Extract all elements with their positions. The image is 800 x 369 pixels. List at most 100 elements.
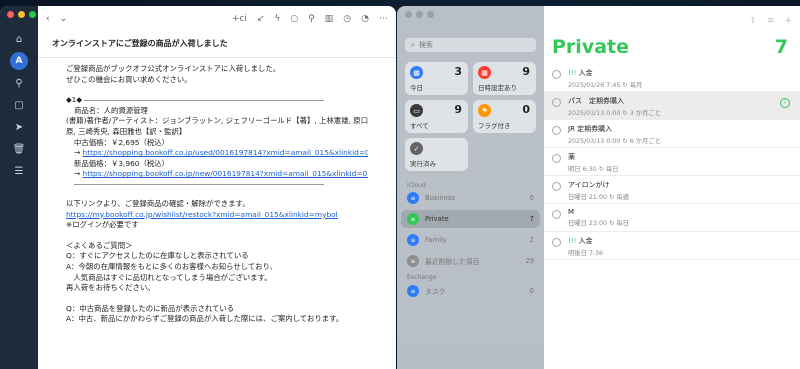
list-icon: ≡ [407,213,419,225]
clock-icon[interactable]: ◷ [343,14,351,24]
share-icon[interactable]: ⇪ [749,16,757,26]
reminder-title: 薬 [568,153,575,161]
reminder-item[interactable]: 薬明日 6:30 ↻ 毎日 [544,148,800,176]
exchange-section-header: Exchange [407,274,437,281]
home-icon[interactable]: ⌂ [8,30,30,48]
body-line: Q：中古商品を登録したのに新品が表示されている [66,303,235,313]
flag-icon: ⚑ [478,104,491,117]
body-line: ＜よくあるご質問＞ [66,240,133,250]
smart-list-checkmark[interactable]: ✓ 実行済み [405,138,468,171]
account-avatar[interactable]: A [10,52,28,70]
tray-icon: ▭ [410,104,423,117]
zoom-window-button[interactable] [29,11,36,18]
arrow-icon: → [74,169,83,179]
complete-checkbox[interactable] [552,126,561,135]
flash-icon[interactable]: ϟ [274,14,280,24]
document-icon[interactable]: ▢ [8,96,30,114]
smart-list-count: 0 [522,103,530,116]
list-item[interactable]: ≡ Private 7 [401,210,540,228]
reminder-item[interactable]: アイロンがけ 日曜日 21:00 ↻ 毎週 [544,176,800,204]
body-line: (書籍)著作者/アーティスト：ジョンブラットン, ジェフリーゴールド【著】, 上… [66,116,368,126]
mail-window: ⌂ A ⚲ ▢ ➤ 🗑 ☰ ‹ ⌄ +ci ↙ ϟ ○ ⚲ ▥ ◷ ◔ ⋯ オン… [0,6,396,369]
reminders-toolbar: ⇪ ≡ + [749,16,792,26]
minimize-window-button[interactable] [18,11,25,18]
reminders-sidebar: ⌕ 検索 ▦ 3 今日 ▦ 9 日時設定あり ▭ 9 すべて ⚑ 0 フラグ付き ✓ 実行済み iClou… [397,6,544,369]
reminder-title: !!! 入金 [568,69,593,77]
product-link[interactable]: https://shopping.bookoff.co.jp/new/00161… [83,169,368,178]
mail-sidebar: ⌂ A ⚲ ▢ ➤ 🗑 ☰ [0,6,38,369]
reminder-item[interactable]: パス 定期券購入 2025/03/13 0:00 ↻ 3 か月ごと i [544,92,800,120]
priority-marker: !!! [568,69,577,77]
complete-checkbox[interactable] [552,182,561,191]
body-line: ぜひこの機会にお買い求めください。 [66,74,192,84]
smart-list-label: 今日 [410,84,423,92]
zoom-window-button[interactable] [427,11,434,18]
reminder-due: 2025/03/13 0:00 ↻ 3 か月ごと [568,110,661,117]
reminder-item[interactable]: JR 定期券購入 2025/03/13 0:00 ↻ 6 か月ごと [544,120,800,148]
options-icon[interactable]: ≡ [767,16,775,26]
minimize-window-button[interactable] [416,11,423,18]
calendar-icon: ▦ [410,66,423,79]
back-button[interactable]: ‹ [46,14,50,24]
list-item[interactable]: ≡ Business 0 [401,189,540,207]
snooze-icon[interactable]: ◔ [361,14,369,24]
list-icon: ≡ [407,234,419,246]
icloud-section-header: iCloud [407,182,426,189]
list-item[interactable]: ≡ Family 2 [401,231,540,249]
menu-icon[interactable]: ☰ [8,162,30,180]
close-window-button[interactable] [405,11,412,18]
pin-icon[interactable]: ⚲ [308,14,315,24]
reminder-title: JR 定期券購入 [568,125,613,133]
smart-list-label: すべて [410,122,429,130]
trash-icon[interactable]: ▥ [325,14,334,24]
smart-list-label: 日時設定あり [478,84,517,92]
body-line: ご登録商品がブックオフ公式オンラインストアに入荷しました。 [66,64,281,73]
close-window-button[interactable] [7,11,14,18]
circle-icon[interactable]: ○ [290,14,298,24]
body-line: → https://shopping.bookoff.co.jp/new/001… [66,169,368,180]
add-icon[interactable]: + [784,16,792,26]
reminder-due: 2025/03/13 0:00 ↻ 6 か月ごと [568,138,661,145]
search-input[interactable]: ⌕ 検索 [405,38,536,52]
body-line: 原, 三崎秀央, 森田雅也【訳・監訳】 [66,126,187,136]
complete-checkbox[interactable] [552,98,561,107]
complete-checkbox[interactable] [552,70,561,79]
complete-checkbox[interactable] [552,210,561,219]
reminder-item[interactable]: !!! 入金 明後日 7:36 [544,232,800,260]
info-icon[interactable]: i [780,98,790,108]
smart-list-count: 9 [522,65,530,78]
reminder-item[interactable]: !!! 入金 2025/01/26 7:45 ↻ 毎月 [544,64,800,92]
list-item[interactable]: ≡ タスク 0 [401,282,540,300]
reply-icon[interactable]: ↙ [257,14,265,24]
reminder-item[interactable]: M 日曜日 23:00 ↻ 毎日 [544,204,800,232]
complete-checkbox[interactable] [552,238,561,247]
smart-list-flag[interactable]: ⚑ 0 フラグ付き [473,100,536,133]
smart-list-calendar[interactable]: ▦ 3 今日 [405,62,468,95]
smart-list-tray[interactable]: ▭ 9 すべて [405,100,468,133]
reminders-list-pane: ⇪ ≡ + Private 7 !!! 入金 2025/01/26 7:45 ↻ … [544,6,800,369]
pin-icon[interactable]: ⚲ [8,74,30,92]
send-icon[interactable]: ➤ [8,118,30,136]
expand-button[interactable]: ⌄ [60,14,68,24]
arrow-icon: → [74,148,83,158]
body-line: A：中古、新品にかかわらずご登録の商品が入荷した際には、ご案内しております。 [66,314,344,324]
smart-list-count: 9 [454,103,462,116]
smart-list-calendar[interactable]: ▦ 9 日時設定あり [473,62,536,95]
list-icon: ≡ [407,255,419,267]
complete-checkbox[interactable] [552,154,561,163]
list-icon: ≡ [407,192,419,204]
more-icon[interactable]: ⋯ [379,14,388,24]
list-label: 最近削除した項目 [425,258,480,266]
product-link[interactable]: https://my.bookoff.co.jp/wishlist/restoc… [66,210,338,219]
trash-icon[interactable]: 🗑 [8,140,30,158]
reminders-window: ⌕ 検索 ▦ 3 今日 ▦ 9 日時設定あり ▭ 9 すべて ⚑ 0 フラグ付き ✓ 実行済み iClou… [397,6,800,369]
list-label: タスク [425,288,446,296]
list-item[interactable]: ≡ 最近削除した項目 29 [401,252,540,270]
body-line: 再入荷をお待ちください。 [66,283,155,293]
translate-button[interactable]: +ci [232,14,247,24]
product-link[interactable]: https://shopping.bookoff.co.jp/used/0016… [83,148,368,157]
item-marker: ◆1◆ [66,95,83,105]
list-count: 2 [529,236,534,244]
